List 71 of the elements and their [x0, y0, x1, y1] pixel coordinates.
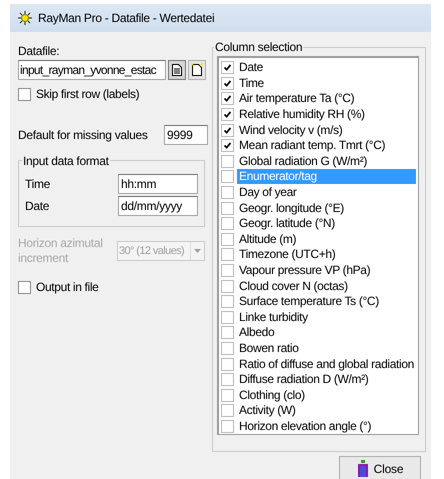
checkbox[interactable]	[221, 186, 234, 200]
format-field[interactable]: hh:mm	[118, 174, 198, 194]
checkbox[interactable]	[221, 139, 234, 152]
checkbox[interactable]	[221, 248, 234, 262]
checkbox[interactable]	[221, 326, 234, 340]
checkbox[interactable]	[221, 124, 234, 137]
checkbox[interactable]	[18, 88, 31, 102]
column-option[interactable]: Mean radiant temp. Tmrt (°C)	[237, 138, 388, 154]
column-option[interactable]: Day of year	[237, 185, 299, 200]
field-label: Date	[25, 198, 50, 213]
column-option[interactable]: Ratio of diffuse and global radiation	[237, 356, 416, 372]
field-label: Default for missing values	[18, 128, 148, 142]
column-option[interactable]: Geogr. latitude (°N)	[237, 216, 337, 232]
datafile-field[interactable]: input_rayman_yvonne_estac	[18, 60, 166, 80]
checkbox[interactable]	[221, 232, 234, 246]
column-option[interactable]: Clothing (clo)	[237, 388, 307, 403]
checkbox[interactable]	[221, 76, 234, 90]
window-title: RayMan Pro - Datafile - Wertedatei	[38, 11, 214, 25]
group-title: Column selection	[214, 40, 304, 54]
door-icon	[356, 460, 369, 478]
checkbox[interactable]	[221, 92, 234, 106]
group-title: Input data format	[22, 154, 110, 168]
column-option[interactable]: Relative humidity RH (%)	[237, 107, 367, 122]
column-option[interactable]: Date	[237, 60, 265, 76]
format-field[interactable]: dd/mm/yyyy	[118, 196, 198, 216]
open-file-button[interactable]	[168, 60, 186, 80]
column-option[interactable]: Altitude (m)	[237, 232, 298, 247]
checkbox[interactable]	[221, 154, 234, 168]
checkbox[interactable]	[221, 342, 234, 355]
checkbox[interactable]	[221, 404, 234, 418]
close-button[interactable]: Close	[339, 456, 421, 479]
column-option[interactable]: Air temperature Ta (°C)	[237, 91, 356, 106]
document-icon	[191, 63, 203, 77]
new-file-button[interactable]	[188, 60, 206, 80]
field-label: Time	[25, 176, 50, 191]
checkbox[interactable]	[221, 108, 234, 122]
dropdown-arrow-icon	[194, 248, 201, 253]
checkbox[interactable]	[221, 373, 234, 386]
checkbox[interactable]	[18, 280, 31, 294]
checkbox[interactable]	[221, 358, 234, 371]
column-option[interactable]: Global radiation G (W/m²)	[237, 154, 369, 169]
checkbox[interactable]	[221, 170, 234, 184]
column-option[interactable]: Activity (W)	[237, 403, 298, 418]
checkbox-label: Skip first row (labels)	[35, 87, 140, 102]
checkbox[interactable]	[221, 295, 234, 308]
checkbox-label: Output in file	[35, 280, 100, 295]
checkbox[interactable]	[221, 217, 234, 230]
checkbox[interactable]	[221, 388, 234, 402]
column-option[interactable]: Vapour pressure VP (hPa)	[237, 263, 372, 278]
checkbox[interactable]	[221, 310, 234, 324]
column-option[interactable]: Diffuse radiation D (W/m²)	[237, 372, 370, 388]
document-icon	[171, 63, 183, 77]
column-option[interactable]: Linke turbidity	[237, 310, 310, 325]
column-option[interactable]: Time	[237, 76, 266, 91]
sun-icon	[16, 10, 34, 26]
field-label: Datafile:	[18, 44, 60, 58]
column-option[interactable]: Wind velocity v (m/s)	[237, 122, 344, 138]
checkbox[interactable]	[221, 264, 234, 278]
checkbox[interactable]	[221, 61, 234, 74]
checkbox[interactable]	[221, 202, 234, 215]
column-option[interactable]: Surface temperature Ts (°C)	[237, 294, 381, 310]
column-option[interactable]: Geogr. longitude (°E)	[237, 200, 346, 216]
field-label: Horizon azimutal increment	[18, 236, 104, 266]
column-option[interactable]: Bowen ratio	[237, 340, 301, 356]
column-option[interactable]: Horizon elevation angle (°)	[237, 418, 374, 434]
column-option[interactable]: Albedo	[237, 325, 276, 340]
checkbox[interactable]	[221, 280, 234, 293]
column-option[interactable]: Timezone (UTC+h)	[237, 247, 338, 262]
checkbox[interactable]	[221, 420, 234, 433]
missing-value-field[interactable]: 9999	[164, 124, 208, 145]
column-option[interactable]: Cloud cover N (octas)	[237, 278, 350, 294]
